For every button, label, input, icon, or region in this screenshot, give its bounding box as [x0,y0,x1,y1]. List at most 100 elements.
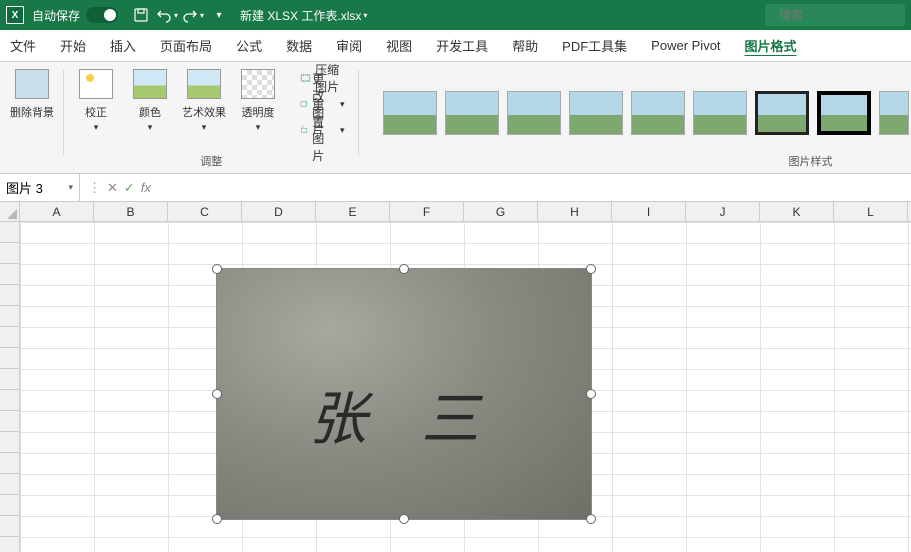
document-title[interactable]: 新建 XLSX 工作表.xlsx ▾ [240,7,367,24]
col-header-c[interactable]: C [168,202,242,221]
formula-input[interactable] [159,174,911,201]
ribbon-group-adjust: 校正▾ 颜色▾ 艺术效果▾ 透明度▾ 压缩图片 [64,62,359,173]
col-header-d[interactable]: D [242,202,316,221]
remove-bg-label: 删除背景 [10,104,54,120]
col-header-e[interactable]: E [316,202,390,221]
select-all-corner[interactable] [0,202,20,222]
picture-style-2[interactable] [445,91,499,135]
name-box[interactable]: 图片 3 ▾ [0,174,80,201]
tab-formulas[interactable]: 公式 [234,32,264,59]
row-header[interactable] [0,537,19,552]
picture-style-7[interactable] [755,91,809,135]
cancel-formula-button[interactable]: ✕ [107,180,118,196]
expand-icon[interactable]: ⋮ [88,180,101,196]
col-header-h[interactable]: H [538,202,612,221]
row-header[interactable] [0,222,19,243]
col-header-l[interactable]: L [834,202,908,221]
picture-style-4[interactable] [569,91,623,135]
filename-text: 新建 XLSX 工作表.xlsx [240,7,361,24]
col-header-b[interactable]: B [94,202,168,221]
transparency-button[interactable]: 透明度▾ [236,66,280,133]
row-header[interactable] [0,516,19,537]
row-header[interactable] [0,306,19,327]
resize-handle-bm[interactable] [399,514,409,524]
row-header[interactable] [0,453,19,474]
qat-customize[interactable]: ▾ [208,4,230,26]
adjust-group-label: 调整 [200,153,222,171]
row-headers [0,222,20,552]
tab-developer[interactable]: 开发工具 [434,32,490,59]
row-header[interactable] [0,369,19,390]
row-header[interactable] [0,264,19,285]
compress-icon [300,69,311,87]
row-header[interactable] [0,474,19,495]
reset-picture-button[interactable]: 重置图片▾ [296,118,349,142]
chevron-down-icon: ▾ [363,11,367,20]
column-headers: A B C D E F G H I J K L [20,202,911,222]
fx-icon[interactable]: fx [141,180,151,195]
color-label: 颜色 [139,104,161,120]
resize-handle-tl[interactable] [212,264,222,274]
corrections-button[interactable]: 校正▾ [74,66,118,133]
col-header-k[interactable]: K [760,202,834,221]
artistic-effects-button[interactable]: 艺术效果▾ [182,66,226,133]
autosave-label: 自动保存 [32,7,80,24]
row-header[interactable] [0,495,19,516]
ribbon: 删除背景 校正▾ 颜色▾ 艺术效果▾ 透明度▾ [0,62,911,174]
save-button[interactable] [130,4,152,26]
row-header[interactable] [0,243,19,264]
row-header[interactable] [0,411,19,432]
resize-handle-tr[interactable] [586,264,596,274]
corrections-label: 校正 [85,104,107,120]
resize-handle-tm[interactable] [399,264,409,274]
undo-button[interactable]: ▾ [156,4,178,26]
tab-review[interactable]: 审阅 [334,32,364,59]
tab-view[interactable]: 视图 [384,32,414,59]
enter-formula-button[interactable]: ✓ [124,180,135,196]
tab-picture-format[interactable]: 图片格式 [743,32,799,59]
tab-insert[interactable]: 插入 [108,32,138,59]
search-input[interactable] [779,8,911,22]
excel-app-icon: X [6,6,24,24]
resize-handle-ml[interactable] [212,389,222,399]
tab-home[interactable]: 开始 [58,32,88,59]
group-spacer [30,157,33,171]
picture-style-1[interactable] [383,91,437,135]
picture-style-8[interactable] [817,91,871,135]
autosave-toggle[interactable] [86,7,118,23]
redo-button[interactable]: ▾ [182,4,204,26]
remove-background-button[interactable]: 删除背景 [10,66,54,120]
col-header-g[interactable]: G [464,202,538,221]
resize-handle-mr[interactable] [586,389,596,399]
color-button[interactable]: 颜色▾ [128,66,172,133]
picture-style-3[interactable] [507,91,561,135]
picture-style-9[interactable] [879,91,909,135]
ribbon-group-styles: 图片样式 [359,62,911,173]
search-box[interactable] [765,4,905,26]
picture-style-6[interactable] [693,91,747,135]
resize-handle-bl[interactable] [212,514,222,524]
tab-powerpivot[interactable]: Power Pivot [649,34,722,57]
tab-data[interactable]: 数据 [284,32,314,59]
col-header-a[interactable]: A [20,202,94,221]
tab-pdf[interactable]: PDF工具集 [560,32,629,59]
col-header-i[interactable]: I [612,202,686,221]
selected-picture[interactable]: 张 三 [216,268,592,520]
artistic-label: 艺术效果 [182,104,226,120]
row-header[interactable] [0,390,19,411]
title-bar: X 自动保存 ▾ ▾ ▾ 新建 XLSX 工作表.xlsx ▾ [0,0,911,30]
row-header[interactable] [0,327,19,348]
tab-file[interactable]: 文件 [8,32,38,59]
col-header-f[interactable]: F [390,202,464,221]
resize-handle-br[interactable] [586,514,596,524]
row-header[interactable] [0,348,19,369]
row-header[interactable] [0,432,19,453]
picture-content-text: 张 三 [309,372,500,456]
tab-help[interactable]: 帮助 [510,32,540,59]
tab-layout[interactable]: 页面布局 [158,32,214,59]
ribbon-tabs: 文件 开始 插入 页面布局 公式 数据 审阅 视图 开发工具 帮助 PDF工具集… [0,30,911,62]
name-box-value: 图片 3 [6,178,43,197]
picture-style-5[interactable] [631,91,685,135]
row-header[interactable] [0,285,19,306]
col-header-j[interactable]: J [686,202,760,221]
